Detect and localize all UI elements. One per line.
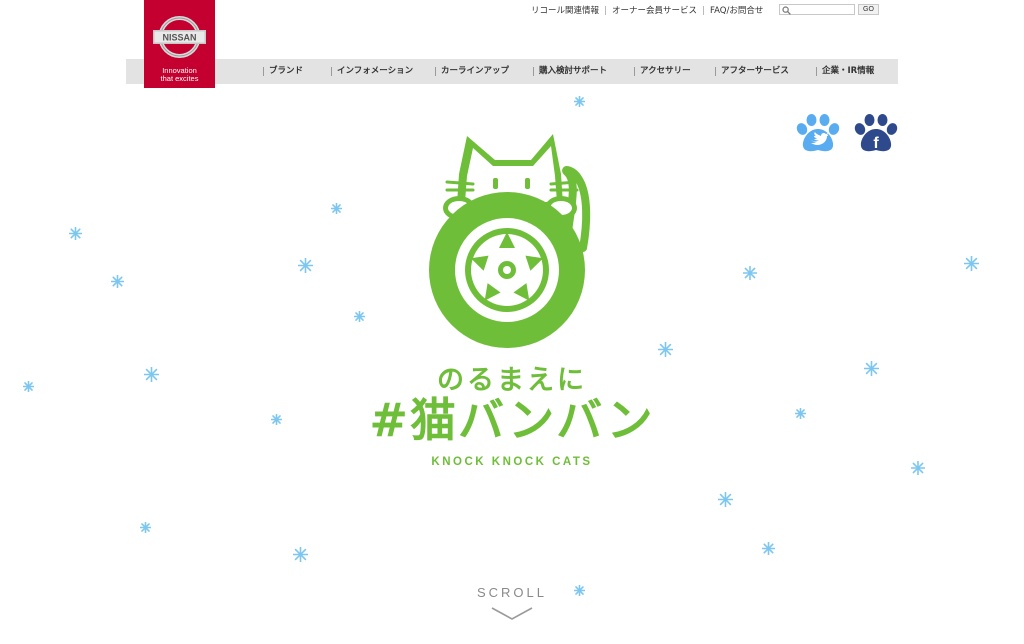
search-icon [782, 6, 791, 15]
scroll-label[interactable]: SCROLL [0, 585, 1024, 600]
nav-item-brand[interactable]: ブランド [262, 59, 303, 84]
cat-on-tire-icon [429, 134, 591, 348]
headline-subtitle: KNOCK KNOCK CATS [431, 456, 593, 468]
chevron-down-icon[interactable] [490, 605, 534, 621]
snowflake-icon [143, 366, 159, 382]
snowflake-icon [110, 274, 124, 288]
snowflake-icon [573, 95, 585, 107]
facebook-letter: f [873, 135, 879, 152]
snowflake-icon [911, 461, 925, 475]
nav-item-purchase-support[interactable]: 購入検討サポート [532, 59, 607, 84]
facebook-share-button[interactable]: f [853, 114, 899, 154]
nissan-wordmark: NISSAN [162, 32, 196, 42]
snowflake-icon [963, 255, 979, 271]
snowflake-icon [353, 310, 365, 322]
twitter-share-button[interactable] [795, 114, 841, 154]
snowflake-icon [794, 407, 806, 419]
utility-links: リコール関連情報 オーナー会員サービス FAQ/お問合せ [531, 4, 769, 16]
nav-item-corporate-ir[interactable]: 企業・IR情報 [815, 59, 874, 84]
snowflake-icon [22, 380, 34, 392]
snowflake-icon [297, 257, 313, 273]
snowflake-icon [657, 341, 673, 357]
util-link-recall[interactable]: リコール関連情報 [531, 4, 605, 16]
nissan-badge-icon: NISSAN [153, 16, 206, 58]
snowflake-icon [717, 491, 733, 507]
search-input[interactable] [793, 5, 853, 14]
facebook-paw-icon: f [854, 114, 898, 152]
search-field [779, 4, 855, 15]
nav-item-car-lineup[interactable]: カーラインアップ [434, 59, 509, 84]
snowflake-icon [270, 413, 282, 425]
twitter-paw-icon [796, 114, 840, 152]
logo-tagline-2: that excites [160, 74, 199, 83]
snowflake-icon [139, 521, 151, 533]
snowflake-icon [292, 546, 308, 562]
global-nav: ブランド インフォメーション カーラインアップ 購入検討サポート アクセサリー … [126, 59, 898, 84]
nav-item-accessories[interactable]: アクセサリー [634, 59, 691, 84]
snowflake-icon [743, 266, 757, 280]
util-link-owner[interactable]: オーナー会員サービス [606, 4, 703, 16]
nav-item-information[interactable]: インフォメーション [330, 59, 413, 84]
util-link-faq[interactable]: FAQ/お問合せ [704, 4, 769, 16]
nav-item-after-service[interactable]: アフターサービス [715, 59, 789, 84]
snowflake-icon [761, 541, 775, 555]
headline-hashtag: #猫バンバン [369, 393, 655, 447]
snowflake-icon [68, 226, 82, 240]
snowflake-icon [863, 360, 879, 376]
snowflake-icon [330, 202, 342, 214]
search-go-button[interactable]: GO [858, 4, 879, 15]
snowflake-icon [573, 584, 585, 596]
nissan-logo[interactable]: NISSAN Innovation that excites [144, 0, 215, 88]
